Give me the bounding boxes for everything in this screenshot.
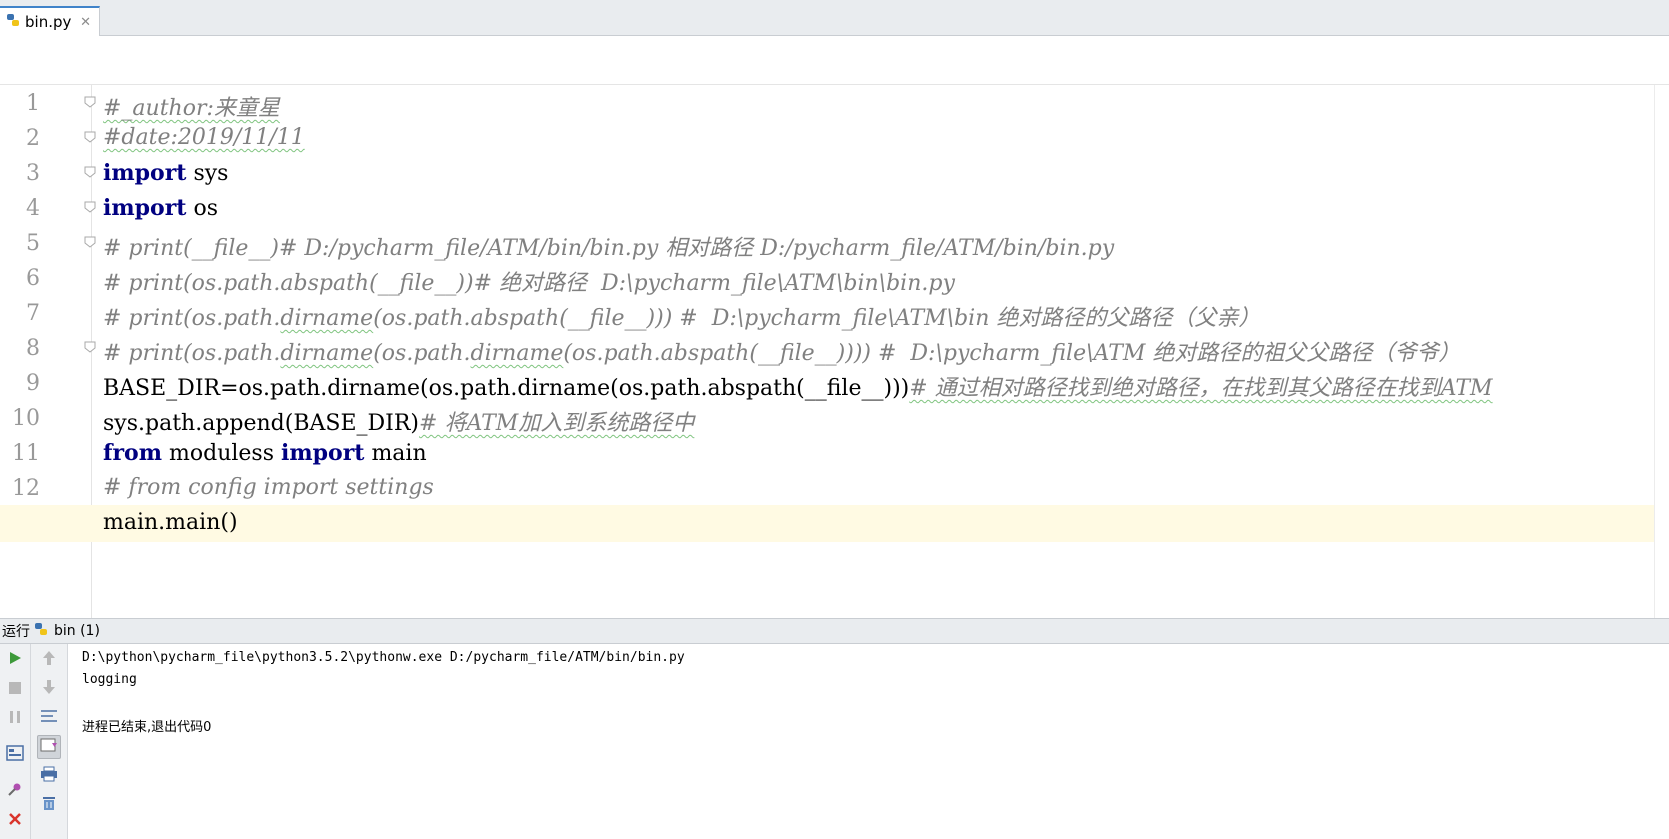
code-comment: # 通过相对路径找到绝对路径，在找到其父路径在找到ATM <box>909 376 1493 401</box>
keyword: import <box>103 195 187 221</box>
code-line-3[interactable]: import sys <box>0 155 1669 192</box>
close-tab-icon[interactable]: ✕ <box>80 15 91 30</box>
code-part-warning: dirname <box>470 341 564 366</box>
code-text: #_author:来童星 <box>103 96 280 121</box>
wrap-icon <box>40 708 58 728</box>
soft-wrap-button[interactable] <box>37 706 61 730</box>
code-part: moduless <box>162 441 281 466</box>
console-toolbar <box>31 644 68 839</box>
run-label: 运行 <box>2 624 30 640</box>
code-line-12[interactable]: # from config import settings <box>0 470 1669 507</box>
code-line-2[interactable]: #date:2019/11/11 <box>0 120 1669 157</box>
code-text: import os <box>103 195 218 221</box>
python-file-icon <box>6 13 20 31</box>
run-console-output[interactable]: D:\python\pycharm_file\python3.5.2\pytho… <box>68 644 1669 839</box>
code-part: sys.path.append(BASE_DIR) <box>103 411 420 436</box>
code-line-7[interactable]: # print(os.path.dirname(os.path.abspath(… <box>0 295 1669 332</box>
code-editor[interactable]: 12345678910111213 #_author:来童星 #date:201… <box>0 85 1669 618</box>
code-part: (os.path. <box>373 341 471 366</box>
code-text: # print(__file__)# D:/pycharm_file/ATM/b… <box>103 236 1115 261</box>
code-line-5[interactable]: # print(__file__)# D:/pycharm_file/ATM/b… <box>0 225 1669 262</box>
code-text: # from config import settings <box>103 475 434 500</box>
restore-layout-button[interactable] <box>3 743 27 767</box>
close-icon <box>8 811 22 830</box>
run-toolwindow-header: 运行 bin (1) <box>0 618 1669 644</box>
pin-icon <box>7 781 23 801</box>
code-comment: # 将ATM加入到系统路径中 <box>419 411 695 436</box>
code-line-1[interactable]: #_author:来童星 <box>0 85 1669 122</box>
code-rest: sys <box>186 161 229 186</box>
console-line: logging <box>82 672 137 687</box>
code-text: # print(os.path.dirname(os.path.dirname(… <box>103 335 1460 367</box>
editor-tab-bar: bin.py ✕ <box>0 6 1669 36</box>
code-part: main <box>364 441 427 466</box>
code-text: #date:2019/11/11 <box>103 125 305 150</box>
python-run-config-icon <box>34 622 48 640</box>
code-part: (os.path.abspath(__file__))) # D:\pychar… <box>373 306 1261 331</box>
clear-all-button[interactable] <box>37 793 61 817</box>
code-line-13[interactable]: main.main() <box>0 505 1669 542</box>
code-part-warning: dirname <box>280 306 374 331</box>
code-text: from moduless import main <box>103 440 427 466</box>
console-line: 进程已结束,退出代码0 <box>82 720 212 735</box>
code-line-11[interactable]: from moduless import main <box>0 435 1669 472</box>
print-button[interactable] <box>37 764 61 788</box>
code-text: # print(os.path.dirname(os.path.abspath(… <box>103 300 1260 332</box>
printer-icon <box>40 766 58 786</box>
keyword: import <box>281 440 365 466</box>
scroll-up-button[interactable] <box>37 648 61 672</box>
pause-icon <box>8 709 22 728</box>
code-text: main.main() <box>103 510 238 535</box>
code-line-10[interactable]: sys.path.append(BASE_DIR)# 将ATM加入到系统路径中 <box>0 400 1669 437</box>
code-part-warning: dirname <box>280 341 374 366</box>
arrow-down-icon <box>42 679 56 699</box>
run-controls-toolbar <box>0 644 31 839</box>
close-run-button[interactable] <box>3 808 27 832</box>
code-line-6[interactable]: # print(os.path.abspath(__file__))# 绝对路径… <box>0 260 1669 297</box>
arrow-up-icon <box>42 650 56 670</box>
rerun-button[interactable] <box>3 648 27 672</box>
code-part: BASE_DIR=os.path.dirname(os.path.dirname… <box>103 376 910 401</box>
keyword: import <box>103 160 187 186</box>
code-text: # print(os.path.abspath(__file__))# 绝对路径… <box>103 271 955 296</box>
stop-icon <box>8 680 22 699</box>
editor-header <box>0 36 1669 85</box>
scroll-down-button[interactable] <box>37 677 61 701</box>
layout-icon <box>6 745 24 765</box>
pin-tab-button[interactable] <box>3 779 27 803</box>
code-text: import sys <box>103 160 228 186</box>
pause-button[interactable] <box>3 706 27 730</box>
scroll-end-icon <box>40 737 58 757</box>
trash-icon <box>41 795 57 815</box>
code-line-4[interactable]: import os <box>0 190 1669 227</box>
editor-scrollbar[interactable] <box>1654 85 1669 618</box>
play-icon <box>7 650 23 670</box>
code-text: BASE_DIR=os.path.dirname(os.path.dirname… <box>103 370 1493 402</box>
code-line-8[interactable]: # print(os.path.dirname(os.path.dirname(… <box>0 330 1669 367</box>
code-part: # print(os.path. <box>103 306 281 331</box>
code-part: # print(os.path. <box>103 341 281 366</box>
stop-button[interactable] <box>3 677 27 701</box>
tab-label: bin.py <box>25 13 72 31</box>
code-line-9[interactable]: BASE_DIR=os.path.dirname(os.path.dirname… <box>0 365 1669 402</box>
run-config-name[interactable]: bin (1) <box>54 623 100 639</box>
code-text: sys.path.append(BASE_DIR)# 将ATM加入到系统路径中 <box>103 405 694 437</box>
tab-bin-py[interactable]: bin.py ✕ <box>0 6 100 36</box>
keyword: from <box>103 440 163 466</box>
console-line: D:\python\pycharm_file\python3.5.2\pytho… <box>82 650 685 665</box>
scroll-to-end-button[interactable] <box>37 735 61 759</box>
code-rest: os <box>186 196 218 221</box>
code-part: (os.path.abspath(__file__)))) # D:\pycha… <box>563 341 1461 366</box>
